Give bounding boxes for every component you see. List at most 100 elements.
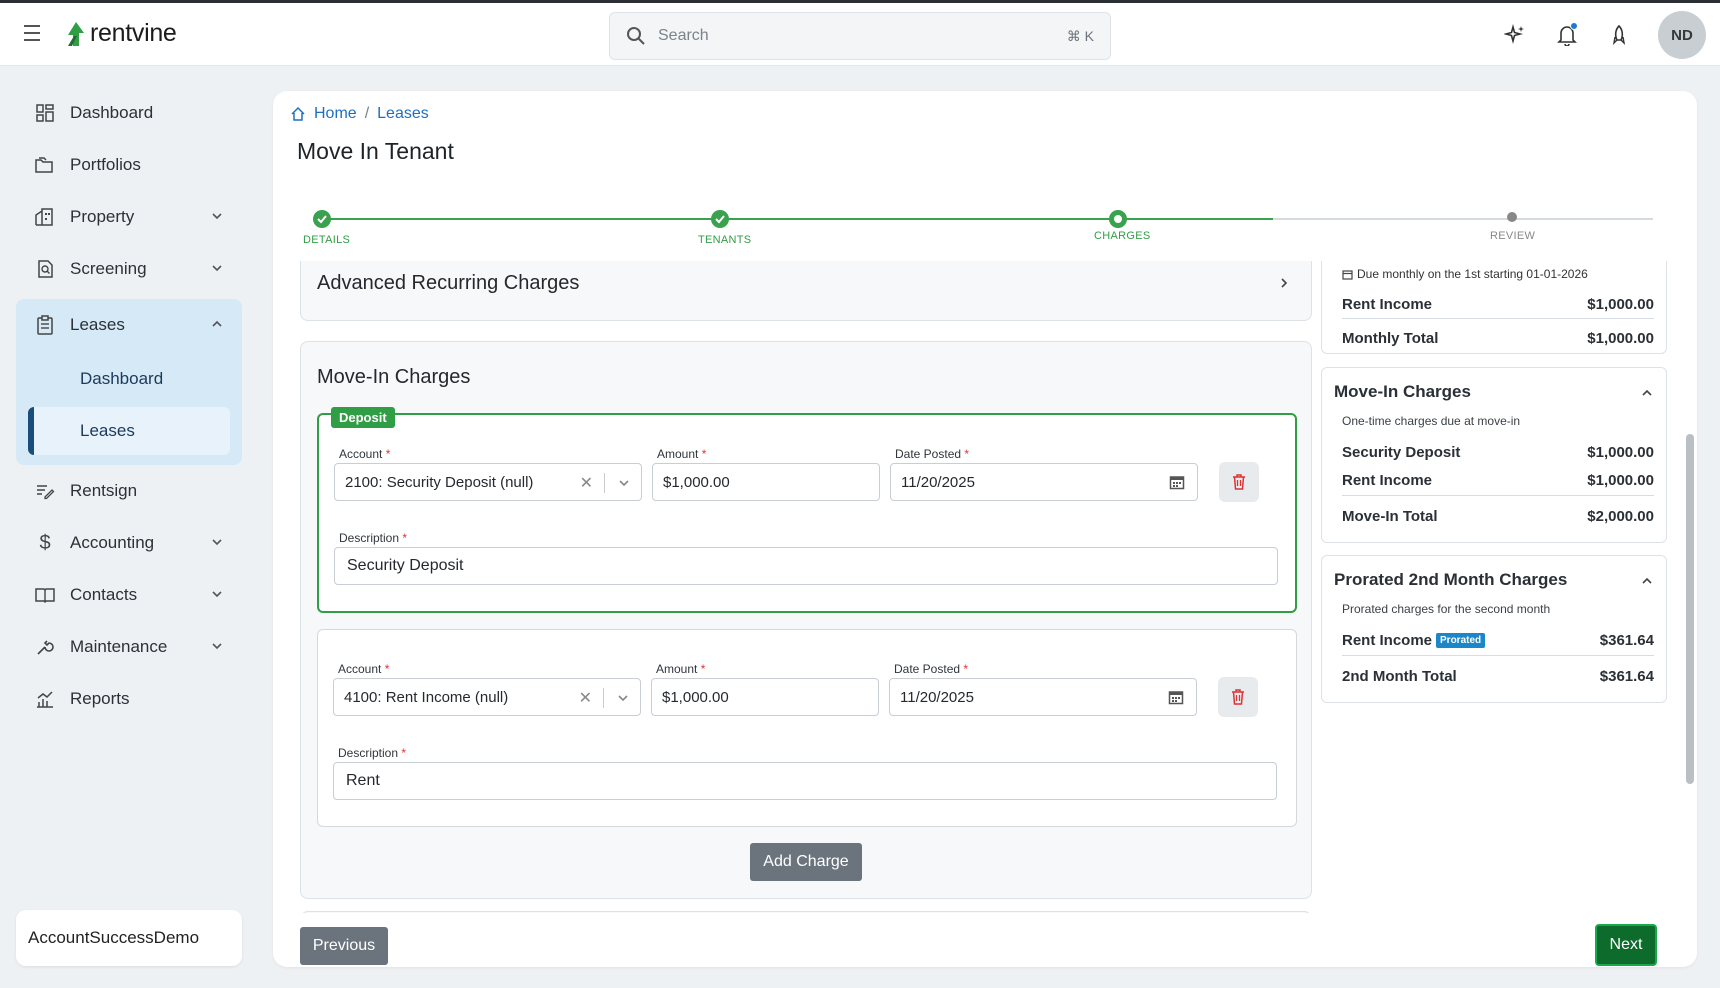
breadcrumb-separator: / [364,105,370,122]
chevron-up-icon[interactable] [1640,386,1654,400]
previous-button[interactable]: Previous [300,927,388,965]
avatar[interactable]: ND [1658,11,1706,59]
account-select[interactable]: 4100: Rent Income (null) ✕ [333,678,641,716]
sidebar-item-label: Maintenance [70,637,168,656]
move-in-summary-title: Move-In Charges [1334,382,1471,401]
logo[interactable]: rentvine [66,19,177,48]
chevron-down-icon[interactable] [616,691,630,705]
prorated-charges-summary: Prorated 2nd Month Charges Prorated char… [1321,555,1667,703]
account-select[interactable]: 2100: Security Deposit (null) ✕ [334,463,642,501]
breadcrumb-leases[interactable]: Leases [377,105,429,123]
home-icon [291,106,305,121]
sidebar-item-accounting[interactable]: $ Accounting [18,521,242,565]
clear-icon[interactable]: ✕ [580,473,593,493]
scrollbar[interactable] [1686,434,1694,784]
sidebar-item-dashboard[interactable]: Dashboard [18,91,242,135]
move-in-charges-summary: Move-In Charges One-time charges due at … [1321,367,1667,543]
sidebar-item-label: Rentsign [70,481,138,500]
amount-label: Amount * [656,662,706,676]
add-charge-button[interactable]: Add Charge [750,843,862,881]
sparkle-icon[interactable] [1502,22,1528,48]
step-charges-current-icon[interactable] [1109,210,1127,228]
sidebar-item-rentsign[interactable]: Rentsign [18,469,242,513]
step-label-tenants: TENANTS [698,234,752,246]
chevron-down-icon[interactable] [617,476,631,490]
sidebar-item-label: Screening [70,259,147,278]
account-label: Account * [339,447,391,461]
date-posted-input[interactable]: 11/20/2025 [890,463,1198,501]
summary-divider [1342,318,1654,319]
bell-icon[interactable] [1554,22,1580,48]
breadcrumb-home[interactable]: Home [314,105,357,123]
chart-icon [34,688,56,710]
charges-summary: Due monthly on the 1st starting 01-01-20… [1321,261,1667,913]
sidebar-item-portfolios[interactable]: Portfolios [18,143,242,187]
monthly-note: Due monthly on the 1st starting 01-01-20… [1342,267,1588,281]
sidebar-item-contacts[interactable]: Contacts [18,573,242,617]
sidebar-item-label: Property [70,207,135,226]
folders-icon [34,154,56,176]
step-label-charges: CHARGES [1094,230,1151,242]
date-posted-label: Date Posted * [895,447,970,461]
next-button[interactable]: Next [1595,924,1657,966]
monthly-charges-summary: Due monthly on the 1st starting 01-01-20… [1321,261,1667,354]
charges-content: Advanced Recurring Charges Move-In Charg… [273,261,1697,913]
wrench-icon [34,636,56,658]
signature-icon [34,480,56,502]
chevron-up-icon[interactable] [1640,574,1654,588]
step-label-details: DETAILS [303,234,351,246]
sidebar-item-reports[interactable]: Reports [18,677,242,721]
screening-icon [34,258,56,280]
search-bar[interactable]: Search ⌘ K [609,12,1111,60]
summary-row: Rent Income $1,000.00 [1342,472,1654,489]
sidebar-item-label: Portfolios [70,155,141,174]
search-input[interactable]: Search [658,27,1067,45]
description-input[interactable]: Rent [333,762,1277,800]
summary-row: Rent Income Prorated $361.64 [1342,632,1654,649]
clear-icon[interactable]: ✕ [579,688,592,708]
chevron-down-icon [212,539,222,546]
amount-input[interactable]: $1,000.00 [651,678,879,716]
sidebar-item-label: Leases [70,315,125,334]
date-posted-input[interactable]: 11/20/2025 [889,678,1197,716]
sidebar-subitem-leases[interactable]: Leases [80,421,135,441]
prorated-badge: Prorated [1436,633,1486,648]
sidebar-item-maintenance[interactable]: Maintenance [18,625,242,669]
sidebar-item-leases[interactable]: Leases [18,303,242,347]
step-review-dot[interactable] [1507,212,1517,222]
date-value: 11/20/2025 [901,473,975,491]
move-in-summary-subtitle: One-time charges due at move-in [1342,414,1521,428]
search-shortcut: ⌘ K [1066,27,1094,44]
sidebar-item-label: Reports [70,689,130,708]
account-value: 2100: Security Deposit (null) [345,473,534,491]
calendar-icon [1342,269,1353,280]
move-in-charges-title: Move-In Charges [317,366,471,388]
page-title: Move In Tenant [297,138,454,164]
description-label: Description * [338,746,407,760]
rocket-icon[interactable] [1606,22,1632,48]
delete-charge-button[interactable] [1219,462,1259,502]
delete-charge-button[interactable] [1218,677,1258,717]
step-tenants-check-icon[interactable] [711,210,729,228]
calendar-icon[interactable] [1169,474,1185,490]
charge-row-rent: Account * 4100: Rent Income (null) ✕ Amo… [317,629,1297,827]
account-switcher[interactable]: AccountSuccessDemo [16,910,242,966]
account-label: Account * [338,662,390,676]
sidebar-subitem-leases-dashboard[interactable]: Dashboard [80,369,163,389]
move-in-charges-card: Move-In Charges Deposit Account * 2100: … [300,341,1312,899]
sidebar-item-property[interactable]: Property [18,195,242,239]
sidebar-item-screening[interactable]: Screening [18,247,242,291]
description-input[interactable]: Security Deposit [334,547,1278,585]
calendar-icon[interactable] [1168,689,1184,705]
menu-icon[interactable] [24,25,46,43]
sidebar-item-label: Contacts [70,585,138,604]
step-details-check-icon[interactable] [313,210,331,228]
stepper-progress-line [323,218,1273,220]
summary-divider [1342,655,1654,656]
sidebar: Dashboard Portfolios Property Screening … [0,67,256,988]
amount-input[interactable]: $1,000.00 [652,463,880,501]
prorated-total-row: 2nd Month Total $361.64 [1342,668,1654,685]
clipboard-icon [34,314,56,336]
account-value: 4100: Rent Income (null) [344,688,509,706]
advanced-recurring-card[interactable]: Advanced Recurring Charges [300,261,1312,321]
